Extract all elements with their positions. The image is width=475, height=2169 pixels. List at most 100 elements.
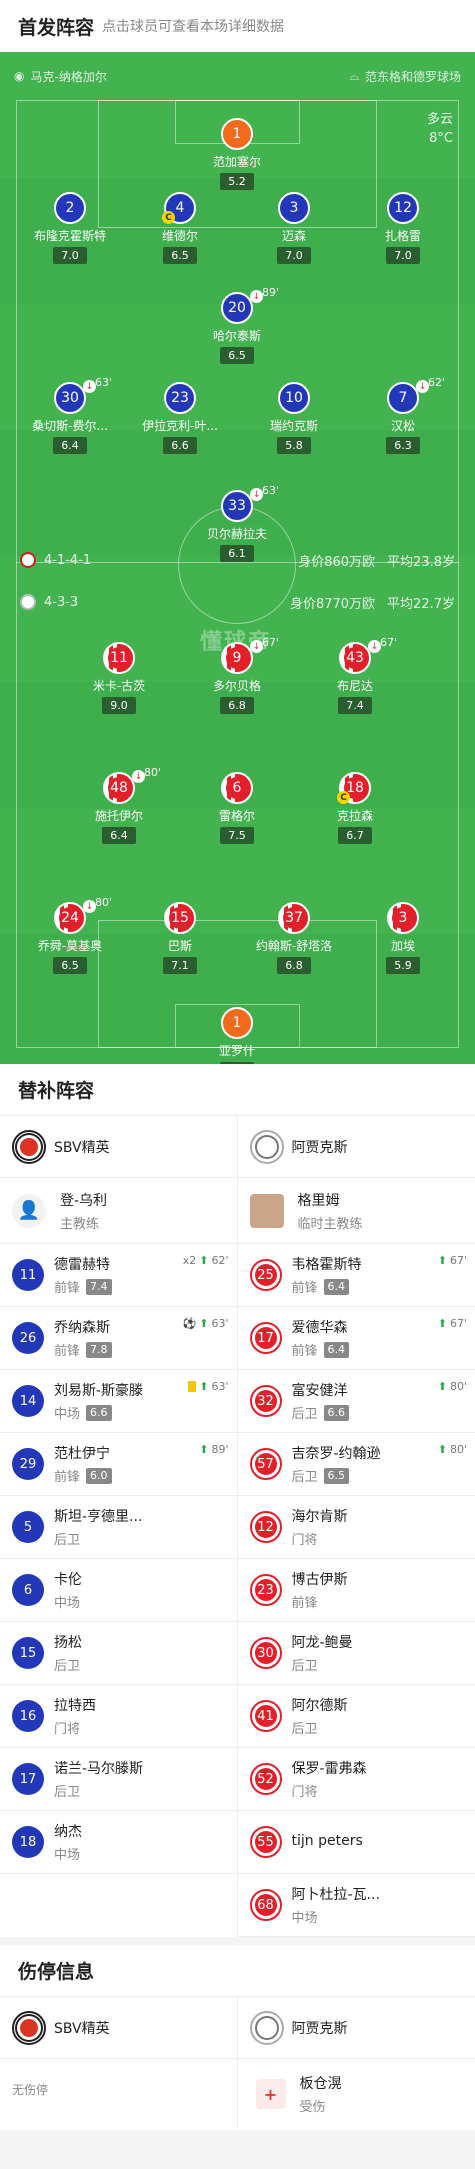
home_team-player-2[interactable]: 2 布隆克霍斯特 7.0 — [15, 192, 125, 264]
home_team-player-30[interactable]: 30 ↓ 桑切斯-费尔... 6.4 63' — [15, 376, 125, 454]
home_team-player-10[interactable]: 10 瑞约克斯 5.8 — [239, 382, 349, 454]
player-rating: 6.3 — [386, 437, 420, 454]
player-number: 9 — [226, 647, 248, 669]
sub-player-row[interactable]: 29 范杜伊宁 前锋 6.0 ⬆ 89' — [0, 1433, 237, 1496]
sub-number: 16 — [12, 1700, 44, 1732]
sub-in-icon: ⬆ — [437, 1317, 447, 1330]
sub-player-row[interactable]: 57 吉奈罗-约翰逊 后卫 6.5 ⬆ 80' — [237, 1433, 475, 1496]
sub-player-row[interactable]: 6 卡伦 中场 — [0, 1559, 237, 1622]
sub-name: 范杜伊宁 — [54, 1446, 110, 1462]
sub-rating: 6.0 — [86, 1467, 112, 1484]
home_team-player-23[interactable]: 23 伊拉克利-叶... 6.6 — [125, 382, 235, 454]
player-name: 桑切斯-费尔... — [32, 419, 108, 433]
player-name: 约翰斯-舒塔洛 — [255, 939, 333, 953]
player-name: 乔舜-莫基奥 — [37, 939, 103, 953]
sub-minute: 89' — [262, 286, 280, 299]
sub-minute: 80' — [144, 766, 162, 779]
sub-player-row[interactable]: 15 扬松 后卫 — [0, 1622, 237, 1685]
sub-minute: 63' — [95, 376, 113, 389]
sub-in-minute: 80' — [449, 1443, 467, 1456]
sub-player-row[interactable]: 30 阿龙-鲍曼 后卫 — [237, 1622, 475, 1685]
player-rating: 5.2 — [220, 173, 254, 190]
player-number: 3 — [392, 907, 414, 929]
home_team-player-12[interactable]: 12 扎格雷 7.0 — [348, 192, 458, 264]
sub-minute: 67' — [380, 636, 398, 649]
away-value: 身价8770万欧 — [289, 596, 376, 612]
away_team-player-9[interactable]: 9 ↓ 多尔贝格 6.8 67' — [182, 636, 292, 714]
home-subs-team-name: SBV精英 — [54, 1139, 110, 1156]
away-injury-team[interactable]: 阿贾克斯 — [237, 1997, 475, 2059]
player-number: 1 — [232, 1015, 242, 1031]
home_team-player-20[interactable]: 20 ↓ 哈尔泰斯 6.5 89' — [182, 286, 292, 364]
away_team-player-6[interactable]: 6 雷格尔 7.5 — [182, 772, 292, 844]
home-coach[interactable]: 👤 登-乌利 主教练 — [0, 1178, 237, 1244]
away-subs-team[interactable]: 阿贾克斯 — [237, 1116, 475, 1178]
sub-position: 门将 — [54, 1722, 81, 1737]
sub-events: x2 ⬆ 62' — [183, 1254, 229, 1267]
away_team-player-3[interactable]: 3 加埃 5.9 — [348, 902, 458, 974]
sub-player-row[interactable]: 32 富安健洋 后卫 6.6 ⬆ 80' — [237, 1370, 475, 1433]
home-subs-team[interactable]: SBV精英 — [0, 1116, 237, 1178]
player-rating: 5.8 — [277, 437, 311, 454]
sub-player-row[interactable]: 16 拉特西 门将 — [0, 1685, 237, 1748]
sub-player-row[interactable]: 41 阿尔德斯 后卫 — [237, 1685, 475, 1748]
sub-player-row[interactable]: 18 纳杰 中场 — [0, 1811, 237, 1874]
sub-player-row[interactable]: 55 tijn peters — [237, 1811, 475, 1874]
away_team-player-15[interactable]: 15 巴斯 7.1 — [125, 902, 235, 974]
player-name: 瑞约克斯 — [269, 419, 318, 433]
home-injury-team[interactable]: SBV精英 — [0, 1997, 237, 2059]
home_team-player-1[interactable]: 1 范加塞尔 5.2 — [182, 118, 292, 190]
sub-player-row[interactable]: 14 刘易斯-斯豪滕 中场 6.6 ⬆ 63' — [0, 1370, 237, 1433]
sub-player-row[interactable]: 17 诺兰-马尔滕斯 后卫 — [0, 1748, 237, 1811]
away-subs-column: 阿贾克斯 格里姆 临时主教练 25 韦格霍斯特 前锋 6.4 ⬆ 67' 17 爱德华森 前锋 6.… — [237, 1116, 475, 1937]
sub-rating: 7.8 — [86, 1341, 112, 1358]
player-rating: 7.0 — [277, 247, 311, 264]
home_team-player-4[interactable]: 4 C 维德尔 6.5 — [125, 192, 235, 264]
sub-number-badge: 68 — [249, 1889, 282, 1921]
injured-player[interactable]: + 板仓滉 受伤 — [238, 2059, 475, 2129]
sub-number: 68 — [254, 1894, 277, 1916]
player-number: 48 — [108, 777, 130, 799]
away_team-player-43[interactable]: 43 ↓ 布尼达 7.4 67' — [300, 636, 410, 714]
home-venue-label: 马克-纳格加尔 — [30, 69, 107, 84]
sub-player-row[interactable]: 12 海尔肯斯 门将 — [237, 1496, 475, 1559]
sub-player-row[interactable]: 5 斯坦-亨德里... 后卫 — [0, 1496, 237, 1559]
away_team-player-1[interactable]: 1 亚罗什 6.0 — [182, 1007, 292, 1064]
sub-events: ⬆ 80' — [438, 1380, 467, 1393]
sub-player-row[interactable]: 25 韦格霍斯特 前锋 6.4 ⬆ 67' — [237, 1244, 475, 1307]
away-coach[interactable]: 格里姆 临时主教练 — [237, 1178, 475, 1244]
jersey-icon: 33 ↓ — [221, 488, 263, 522]
sub-in-minute: 63' — [211, 1380, 229, 1393]
player-number: 4 — [175, 200, 185, 216]
away_team-player-18[interactable]: 18 C 克拉森 6.7 — [300, 772, 410, 844]
home_team-player-33[interactable]: 33 ↓ 贝尔赫拉夫 6.1 63' — [182, 484, 292, 562]
sub-player-row[interactable]: 68 阿卜杜拉-瓦... 中场 — [237, 1874, 475, 1937]
away-coach-name: 格里姆 — [297, 1192, 340, 1209]
sub-in-icon: ⬆ — [199, 1254, 209, 1267]
sub-player-row[interactable]: 11 德雷赫特 前锋 7.4 x2 ⬆ 62' — [0, 1244, 237, 1307]
away_team-player-37[interactable]: 37 约翰斯-舒塔洛 6.8 — [239, 902, 349, 974]
sub-player-row[interactable]: 17 爱德华森 前锋 6.4 ⬆ 67' — [237, 1307, 475, 1370]
player-rating: 5.9 — [386, 957, 420, 974]
jersey-icon: 1 — [221, 1007, 253, 1039]
home_team-player-3[interactable]: 3 迈森 7.0 — [239, 192, 349, 264]
sub-player-row[interactable]: 26 乔纳森斯 前锋 7.8 ⚽ ⬆ 63' — [0, 1307, 237, 1370]
away_team-player-11[interactable]: 11 米卡-古茨 9.0 — [64, 642, 174, 714]
ajax-logo-icon — [249, 1129, 284, 1164]
whistle-icon: ◉ — [14, 69, 25, 83]
player-rating: 6.5 — [53, 957, 87, 974]
sub-name: 阿卜杜拉-瓦... — [291, 1887, 380, 1903]
sub-in-minute: 67' — [449, 1254, 467, 1267]
sub-player-row[interactable]: 23 博古伊斯 前锋 — [237, 1559, 475, 1622]
away-formation: 4-3-3 — [44, 594, 79, 610]
away-injury-team-name: 阿贾克斯 — [291, 2020, 348, 2037]
sub-in-icon: ⬆ — [199, 1380, 209, 1393]
sub-in-icon: ⬆ — [437, 1380, 447, 1393]
away_team-player-24[interactable]: 24 ↓ 乔舜-莫基奥 6.5 80' — [15, 896, 125, 974]
player-rating: 6.4 — [102, 827, 136, 844]
player-number: 23 — [171, 390, 189, 406]
sub-player-row[interactable]: 52 保罗-雷弗森 门将 — [237, 1748, 475, 1811]
away_team-player-48[interactable]: 48 ↓ 施托伊尔 6.4 80' — [64, 766, 174, 844]
home_team-player-7[interactable]: 7 ↓ 汉松 6.3 62' — [348, 376, 458, 454]
sub-number: 6 — [12, 1574, 44, 1606]
